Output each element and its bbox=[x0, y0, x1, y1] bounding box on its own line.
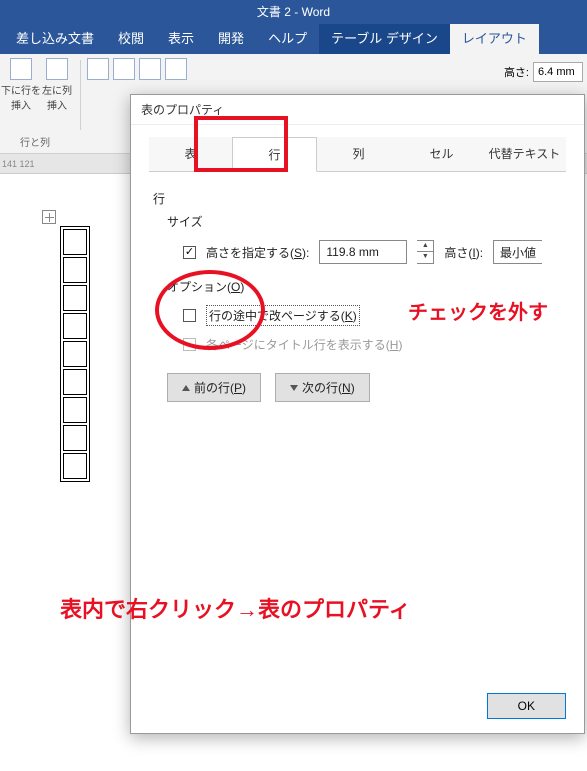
table-cell[interactable] bbox=[63, 313, 87, 339]
header-row-checkbox bbox=[183, 338, 196, 351]
row-height-value[interactable]: 6.4 mm bbox=[533, 62, 583, 82]
table-cell[interactable] bbox=[63, 369, 87, 395]
document-table[interactable] bbox=[60, 226, 90, 482]
table-cell[interactable] bbox=[63, 229, 87, 255]
row-height-spinner[interactable]: ▲▼ bbox=[417, 240, 434, 264]
break-row-label: 行の途中で改ページする(K) bbox=[206, 305, 360, 326]
dialog-tab-cell[interactable]: セル bbox=[400, 137, 483, 172]
app-titlebar: 文書 2 - Word bbox=[0, 0, 587, 24]
ribbon-tab-mailings[interactable]: 差し込み文書 bbox=[4, 24, 106, 54]
insert-col-left-button[interactable]: 左に列 挿入 bbox=[40, 58, 74, 112]
prev-row-label: 前の行(P) bbox=[194, 379, 246, 396]
spin-down-icon[interactable]: ▼ bbox=[417, 252, 433, 263]
ribbon-tabs: 差し込み文書 校閲 表示 開発 ヘルプ テーブル デザイン レイアウト bbox=[0, 24, 587, 54]
table-cell[interactable] bbox=[63, 257, 87, 283]
spin-up-icon[interactable]: ▲ bbox=[417, 241, 433, 252]
ribbon-tab-layout[interactable]: レイアウト bbox=[450, 24, 539, 54]
ribbon-tab-developer[interactable]: 開発 bbox=[206, 24, 256, 54]
autofit-icon[interactable] bbox=[165, 58, 187, 80]
table-cell[interactable] bbox=[63, 425, 87, 451]
table-move-handle[interactable] bbox=[42, 210, 56, 224]
dialog-title: 表のプロパティ bbox=[131, 95, 584, 125]
next-row-label: 次の行(N) bbox=[302, 379, 355, 396]
dialog-tab-table[interactable]: 表 bbox=[149, 137, 232, 172]
triangle-down-icon bbox=[290, 385, 298, 391]
dialog-tab-row[interactable]: 行 bbox=[232, 137, 317, 172]
table-cell[interactable] bbox=[63, 397, 87, 423]
header-row-row: 各ページにタイトル行を表示する(H) bbox=[183, 336, 562, 353]
ribbon-tab-tabledesign[interactable]: テーブル デザイン bbox=[319, 24, 450, 54]
split-table-icon[interactable] bbox=[139, 58, 161, 80]
insert-row-below-icon bbox=[10, 58, 32, 80]
insert-row-below-label: 下に行を 挿入 bbox=[1, 82, 41, 112]
table-properties-dialog: 表のプロパティ 表 行 列 セル 代替テキスト 行 サイズ 高さを指定する(S)… bbox=[130, 94, 585, 734]
dialog-tabs: 表 行 列 セル 代替テキスト bbox=[131, 137, 584, 172]
size-section-label: サイズ bbox=[167, 213, 562, 230]
specify-height-row: 高さを指定する(S): 119.8 mm ▲▼ 高さ(I): 最小値 bbox=[183, 240, 562, 264]
next-row-button[interactable]: 次の行(N) bbox=[275, 373, 370, 402]
ribbon-tab-view[interactable]: 表示 bbox=[156, 24, 206, 54]
row-height-field: 高さ: 6.4 mm bbox=[504, 62, 583, 82]
ribbon-separator bbox=[80, 60, 81, 130]
triangle-up-icon bbox=[182, 385, 190, 391]
break-row-row: 行の途中で改ページする(K) bbox=[183, 305, 562, 326]
prev-row-button[interactable]: 前の行(P) bbox=[167, 373, 261, 402]
header-row-label: 各ページにタイトル行を表示する(H) bbox=[206, 336, 402, 353]
ribbon-group-rows-cols: 行と列 bbox=[20, 134, 50, 149]
merge-cells-icon[interactable] bbox=[87, 58, 109, 80]
ok-button[interactable]: OK bbox=[487, 693, 566, 719]
ruler-marks: 141 121 bbox=[2, 159, 35, 169]
row-height-input[interactable]: 119.8 mm bbox=[319, 240, 407, 264]
row-nav: 前の行(P) 次の行(N) bbox=[167, 373, 562, 402]
dialog-body: 行 サイズ 高さを指定する(S): 119.8 mm ▲▼ 高さ(I): 最小値… bbox=[131, 172, 584, 420]
table-cell[interactable] bbox=[63, 453, 87, 479]
table-cell[interactable] bbox=[63, 285, 87, 311]
insert-row-below-button[interactable]: 下に行を 挿入 bbox=[4, 58, 38, 112]
split-cells-icon[interactable] bbox=[113, 58, 135, 80]
ribbon-tab-review[interactable]: 校閲 bbox=[106, 24, 156, 54]
specify-height-checkbox[interactable] bbox=[183, 246, 196, 259]
specify-height-label: 高さを指定する(S): bbox=[206, 244, 309, 261]
ribbon-tab-help[interactable]: ヘルプ bbox=[256, 24, 319, 54]
break-row-checkbox[interactable] bbox=[183, 309, 196, 322]
row-height-label: 高さ: bbox=[504, 64, 529, 80]
height-mode-label: 高さ(I): bbox=[444, 244, 483, 261]
insert-col-left-label: 左に列 挿入 bbox=[42, 82, 72, 112]
insert-col-left-icon bbox=[46, 58, 68, 80]
table-cell[interactable] bbox=[63, 341, 87, 367]
options-section-label: オプション(O) bbox=[167, 278, 562, 295]
dialog-tab-alttext[interactable]: 代替テキスト bbox=[483, 137, 566, 172]
height-mode-select[interactable]: 最小値 bbox=[493, 240, 542, 264]
row-section-label: 行 bbox=[153, 190, 562, 207]
dialog-tab-column[interactable]: 列 bbox=[317, 137, 400, 172]
dialog-footer: OK bbox=[487, 693, 566, 719]
